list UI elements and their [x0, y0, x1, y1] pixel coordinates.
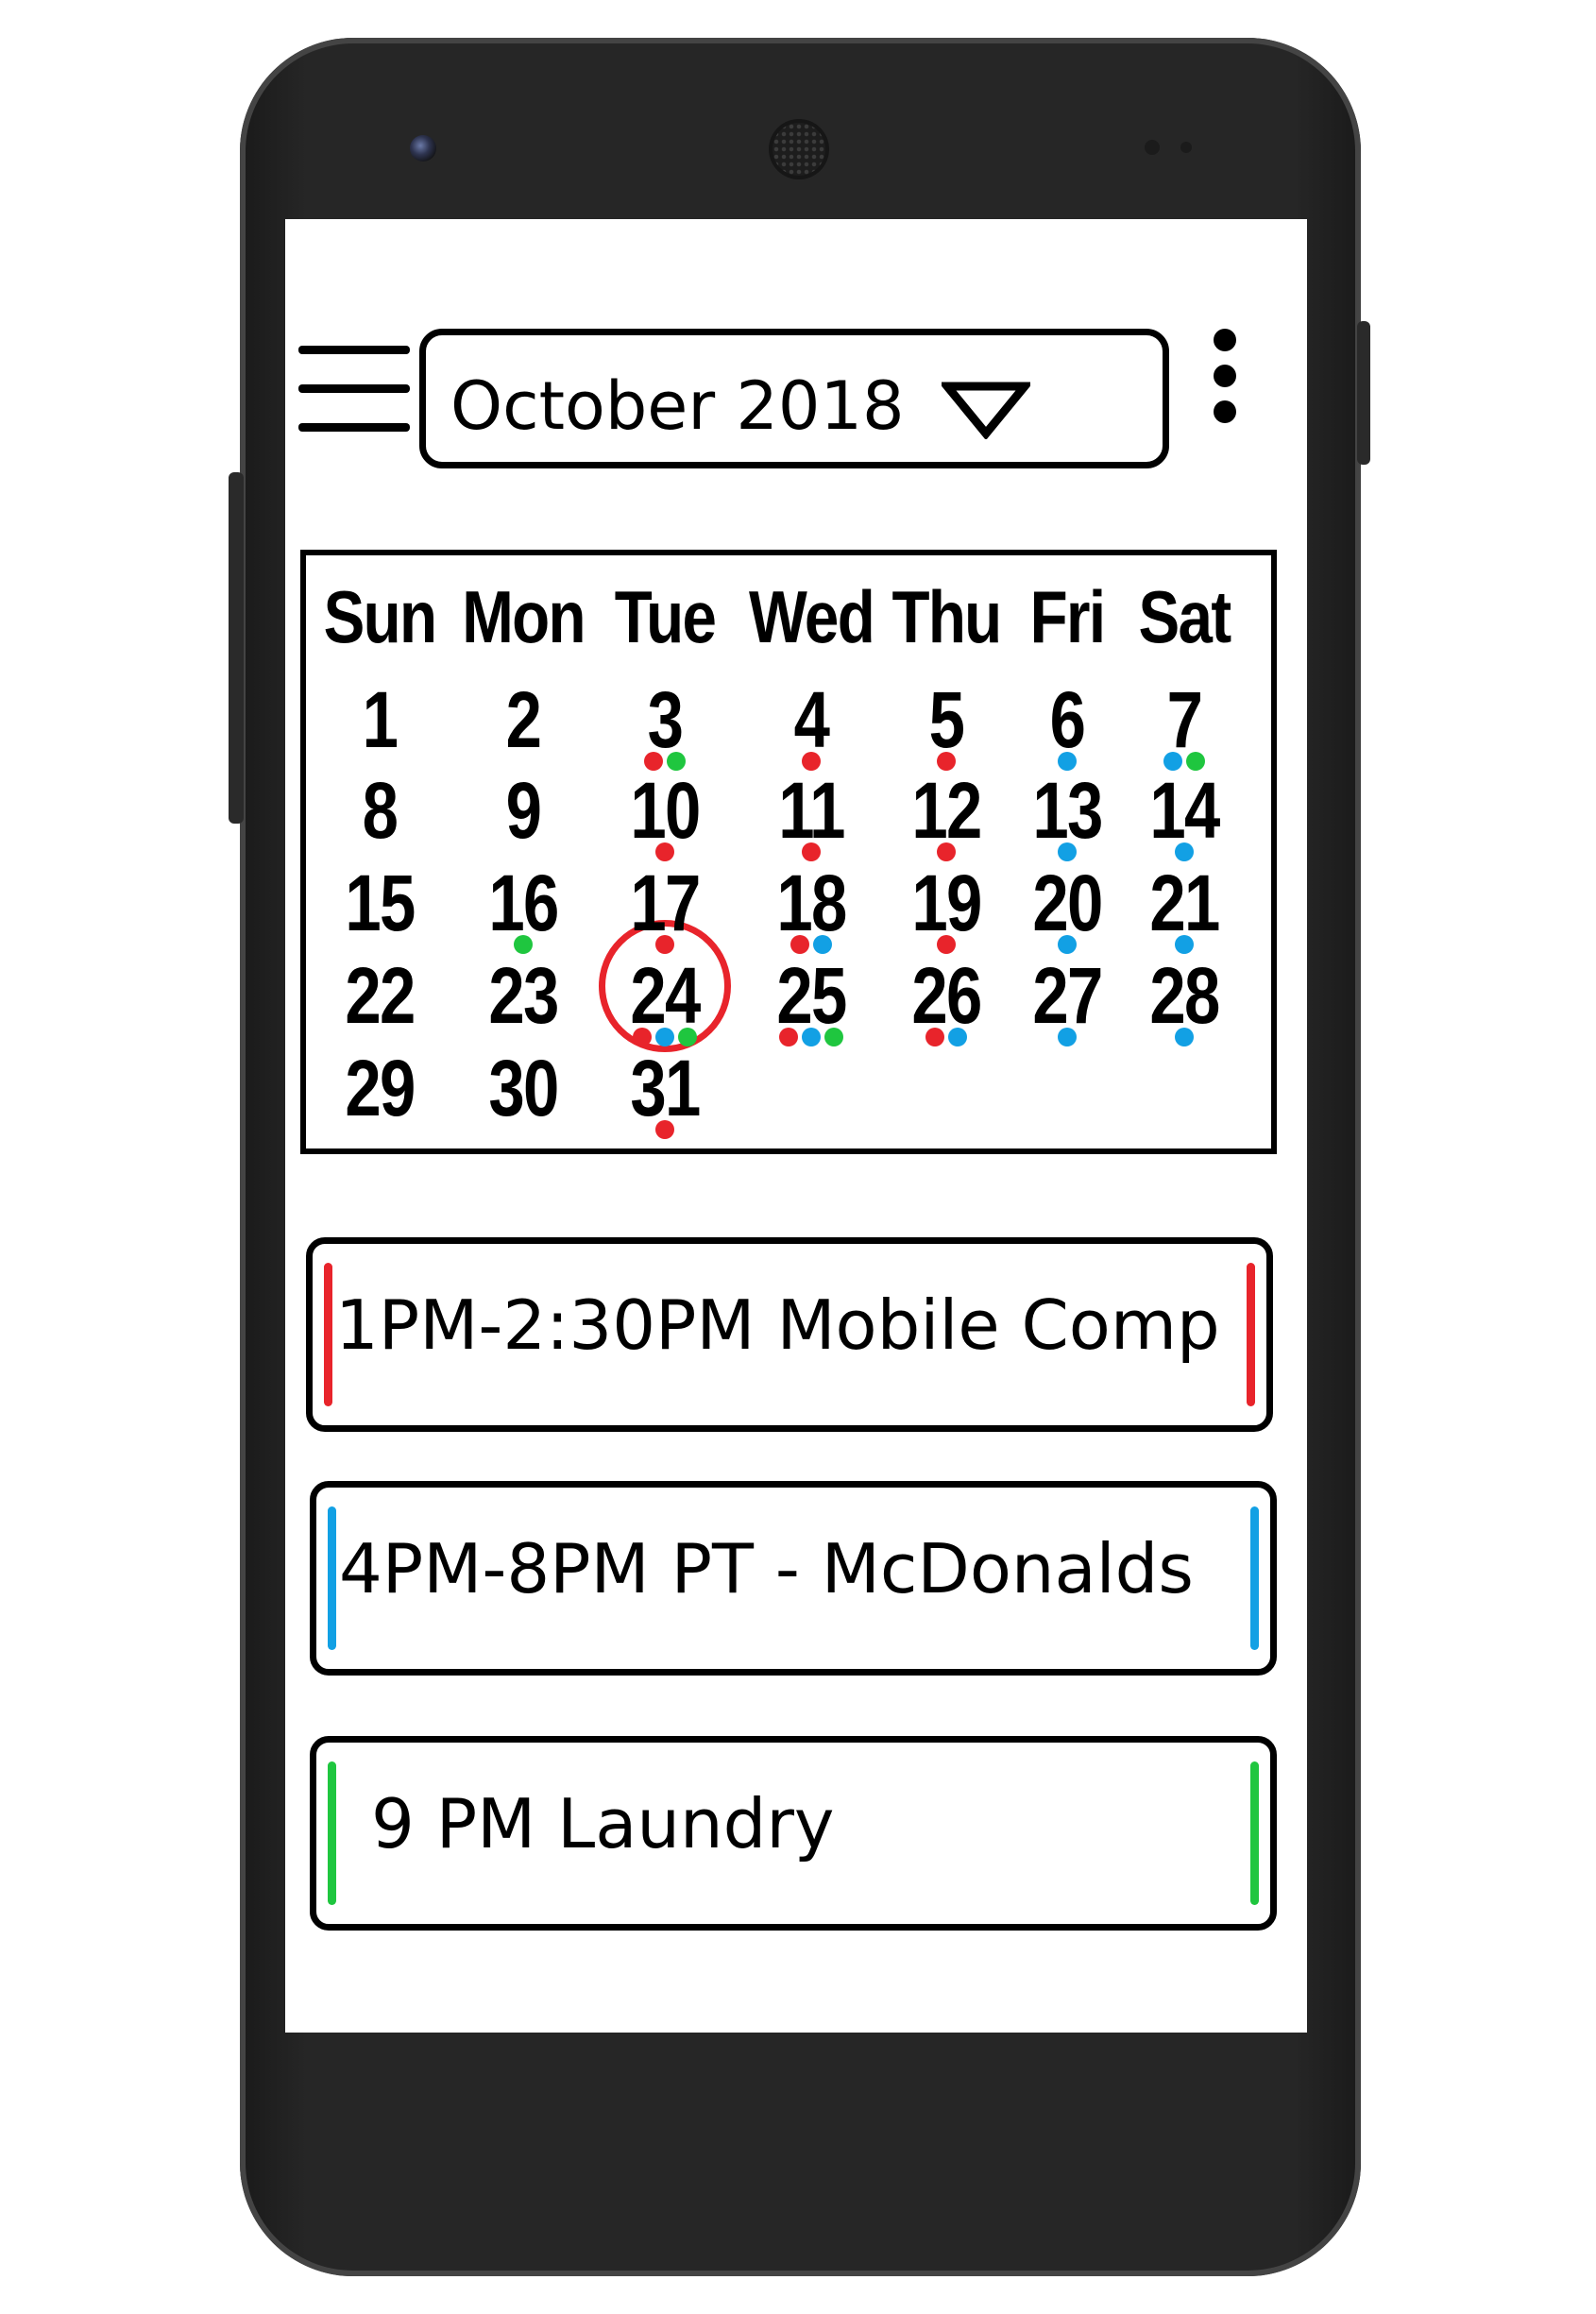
triangle-down-icon — [942, 382, 1030, 439]
event-dot-red — [655, 1120, 674, 1139]
weekday-label-fri: Fri — [1029, 575, 1106, 658]
weekday-label-tue: Tue — [614, 575, 717, 658]
app-screen: October 2018 Sun Mon Tue Wed Thu Fri Sat 12345… — [285, 219, 1307, 2033]
day-cell-2[interactable]: 2 — [506, 674, 542, 766]
weekday-label-mon: Mon — [462, 575, 586, 658]
event-dot-blue — [802, 1028, 821, 1046]
earpiece-speaker-icon — [773, 123, 825, 176]
event-card[interactable]: 1PM-2:30PM Mobile Comp — [306, 1237, 1273, 1432]
event-color-bar-right — [1250, 1761, 1259, 1905]
hamburger-menu-icon[interactable] — [298, 346, 412, 436]
event-text: 4PM-8PM PT - McDonalds — [339, 1529, 1194, 1608]
day-cell-9[interactable]: 9 — [506, 765, 542, 857]
more-vertical-icon[interactable] — [1211, 329, 1239, 423]
event-dot-blue — [1058, 1028, 1077, 1046]
proximity-sensor-icon — [1145, 140, 1160, 155]
event-dot-green — [824, 1028, 843, 1046]
day-cell-30[interactable]: 30 — [488, 1043, 559, 1134]
event-dot-blue — [948, 1028, 967, 1046]
event-card[interactable]: 4PM-8PM PT - McDonalds — [310, 1481, 1277, 1676]
day-cell-15[interactable]: 15 — [345, 858, 416, 949]
event-card[interactable]: 9 PM Laundry — [310, 1736, 1277, 1931]
day-cell-22[interactable]: 22 — [345, 950, 416, 1042]
event-color-bar-left — [328, 1761, 336, 1905]
event-color-bar-left — [328, 1506, 336, 1650]
day-cell-18[interactable]: 18 — [776, 858, 847, 949]
volume-button — [229, 472, 244, 824]
weekday-label-wed: Wed — [748, 575, 875, 658]
day-cell-8[interactable]: 8 — [363, 765, 399, 857]
power-button — [1357, 321, 1370, 465]
event-text: 9 PM Laundry — [371, 1784, 835, 1863]
month-dropdown[interactable]: October 2018 — [419, 329, 1169, 468]
weekday-label-sat: Sat — [1138, 575, 1232, 658]
event-text: 1PM-2:30PM Mobile Comp — [335, 1285, 1220, 1365]
day-cell-23[interactable]: 23 — [488, 950, 559, 1042]
day-cell-1[interactable]: 1 — [363, 674, 399, 766]
event-color-bar-right — [1250, 1506, 1259, 1650]
event-color-bar-right — [1247, 1263, 1255, 1406]
event-dot-blue — [1175, 1028, 1194, 1046]
day-cell-29[interactable]: 29 — [345, 1043, 416, 1134]
event-dot-red — [779, 1028, 798, 1046]
month-label: October 2018 — [450, 367, 905, 445]
month-calendar-grid: Sun Mon Tue Wed Thu Fri Sat 1 2 3 4 5 6 7 8 9 10 11 12 13 1… — [300, 550, 1277, 1154]
weekday-label-thu: Thu — [891, 575, 1002, 658]
day-cell-26[interactable]: 26 — [911, 950, 982, 1042]
front-camera-icon — [410, 135, 436, 162]
light-sensor-icon — [1180, 142, 1192, 153]
event-color-bar-left — [324, 1263, 332, 1406]
event-dot-red — [925, 1028, 944, 1046]
weekday-label-sun: Sun — [323, 575, 437, 658]
